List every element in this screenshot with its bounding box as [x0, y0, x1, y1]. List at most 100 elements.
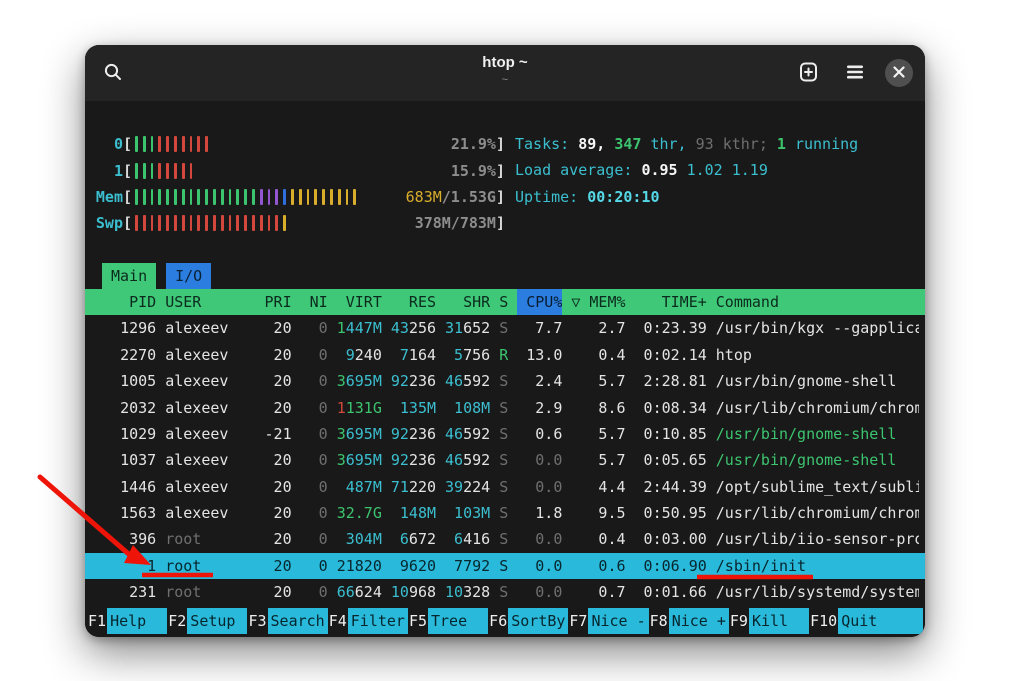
column-header-ni[interactable]: NI [301, 289, 328, 315]
process-row-pid-1296[interactable]: 1296alexeev2001447M4325631652S7.7 2.70:2… [85, 315, 925, 341]
fkey-number: F5 [408, 608, 428, 634]
text-segment: 3 [337, 425, 346, 443]
meter-bar [143, 163, 146, 179]
tab-io[interactable]: I/O [166, 263, 211, 289]
search-icon [103, 62, 123, 85]
fkey-f1-help[interactable]: F1Help [87, 608, 167, 634]
fkey-f7-nice-[interactable]: F7Nice - [568, 608, 648, 634]
fkey-f8-nice-[interactable]: F8Nice + [649, 608, 729, 634]
text-segment: 695M [346, 372, 382, 390]
text-segment: 6 [400, 530, 409, 548]
cell-s: S [499, 447, 508, 473]
cell-mem: 0.4 [589, 342, 625, 368]
text-segment: 224 [463, 478, 490, 496]
cell-ni: 0 [301, 315, 328, 341]
text-segment: 240 [355, 346, 382, 364]
uptime: Uptime: 00:20:10 [515, 184, 858, 210]
meter-bar [244, 189, 247, 205]
close-button[interactable] [885, 59, 913, 87]
process-row-pid-1446[interactable]: 1446alexeev200487M7122039224S0.0 4.42:44… [85, 474, 925, 500]
cell-ni: 0 [301, 447, 328, 473]
fkey-f3-search[interactable]: F3Search [247, 608, 327, 634]
column-header-res[interactable]: RES [391, 289, 436, 315]
cell-shr: 108M [445, 395, 490, 421]
cell-s: S [499, 500, 508, 526]
text-segment: 164 [409, 346, 436, 364]
meter-bar [158, 215, 161, 231]
text-segment: 1 [777, 135, 786, 153]
fkey-f6-sortby[interactable]: F6SortBy [488, 608, 568, 634]
text-segment: 3 [337, 451, 346, 469]
text-segment: 135M [400, 399, 436, 417]
cell-pri: 20 [265, 579, 292, 605]
meter-bracket: [ [123, 135, 132, 153]
column-header-pri[interactable]: PRI [265, 289, 292, 315]
cell-virt: 1131G [337, 395, 382, 421]
process-row-pid-231[interactable]: 231root200666241096810328S0.0 0.70:01.66… [85, 579, 925, 605]
cell-shr: 103M [445, 500, 490, 526]
fkey-action-label: Setup [187, 608, 247, 634]
cell-cmd: /usr/lib/chromium/chromi [716, 395, 919, 421]
cell-cpu: 13.0 [517, 342, 562, 368]
meter-bar [197, 189, 200, 205]
cell-ni: 0 [301, 579, 328, 605]
htop-screen: 0[21.9%]1[15.9%]Mem[683M/1.53G]Swp[378M/… [85, 101, 925, 637]
cell-cpu: 2.4 [517, 368, 562, 394]
text-segment: 236 [409, 425, 436, 443]
fkey-action-label: Search [268, 608, 328, 634]
cell-mem: 2.7 [589, 315, 625, 341]
column-header-cmd[interactable]: Command [716, 289, 919, 315]
fkey-f5-tree[interactable]: F5Tree [408, 608, 488, 634]
column-header-pid[interactable]: PID [93, 289, 156, 315]
process-row-pid-1037[interactable]: 1037alexeev2003695M9223646592S0.0 5.70:0… [85, 447, 925, 473]
meter-bar [143, 215, 146, 231]
meter-bar [135, 189, 138, 205]
fkey-f10-quit[interactable]: F10Quit [809, 608, 923, 634]
text-segment: Tasks: [515, 135, 578, 153]
meter-bar [174, 136, 177, 152]
fkey-f2-setup[interactable]: F2Setup [167, 608, 247, 634]
cell-pid: 1563 [93, 500, 156, 526]
process-row-pid-396[interactable]: 396root200304M66726416S0.0 0.40:03.00/us… [85, 526, 925, 552]
titlebar: htop ~ ~ [85, 45, 925, 101]
text-segment: 1.19 [732, 161, 768, 179]
cell-cpu: 0.0 [517, 579, 562, 605]
process-row-pid-1563[interactable]: 1563alexeev20032.7G148M103MS1.8 9.50:50.… [85, 500, 925, 526]
process-row-pid-1005[interactable]: 1005alexeev2003695M9223646592S2.4 5.72:2… [85, 368, 925, 394]
process-row-pid-2270[interactable]: 2270alexeev200924071645756R13.0 0.40:02.… [85, 342, 925, 368]
column-header-s[interactable]: S [499, 289, 508, 315]
text-segment: 236 [409, 451, 436, 469]
process-row-pid-1029[interactable]: 1029alexeev-2103695M9223646592S0.6 5.70:… [85, 421, 925, 447]
meter-bar [205, 136, 208, 152]
text-segment: 756 [463, 346, 490, 364]
column-header-user[interactable]: USER [165, 289, 255, 315]
process-row-pid-2032[interactable]: 2032alexeev2001131G135M108MS2.9 8.60:08.… [85, 395, 925, 421]
search-button[interactable] [97, 57, 129, 89]
column-header-virt[interactable]: VIRT [337, 289, 382, 315]
cell-sort [571, 553, 580, 579]
process-row-pid-1[interactable]: 1root2002182096207792S0.0 0.60:06.90/sbi… [85, 553, 925, 579]
menu-button[interactable] [839, 57, 871, 89]
meter-bar [229, 189, 232, 205]
column-header-cpu[interactable]: CPU% [517, 289, 562, 315]
cell-shr: 7792 [445, 553, 490, 579]
column-header-shr[interactable]: SHR [445, 289, 490, 315]
cell-virt: 487M [337, 474, 382, 500]
cell-cpu: 0.0 [517, 553, 562, 579]
new-tab-button[interactable] [793, 57, 825, 89]
fkey-f9-kill[interactable]: F9Kill [729, 608, 809, 634]
cell-virt: 21820 [337, 553, 382, 579]
cell-ni: 0 [301, 553, 328, 579]
fkey-f4-filter[interactable]: F4Filter [328, 608, 408, 634]
meter-bar [197, 215, 200, 231]
cell-virt: 1447M [337, 315, 382, 341]
meter-bracket: [ [123, 188, 132, 206]
text-segment: thr, [641, 135, 695, 153]
tab-main[interactable]: Main [102, 263, 156, 289]
meter-value: 378M/783M [415, 214, 496, 232]
cell-user: alexeev [165, 342, 255, 368]
meter-bar [190, 136, 193, 152]
column-header-mem[interactable]: MEM% [589, 289, 625, 315]
column-header-time[interactable]: TIME+ [635, 289, 707, 315]
cpu0-meter: 0[21.9%] [93, 131, 505, 157]
